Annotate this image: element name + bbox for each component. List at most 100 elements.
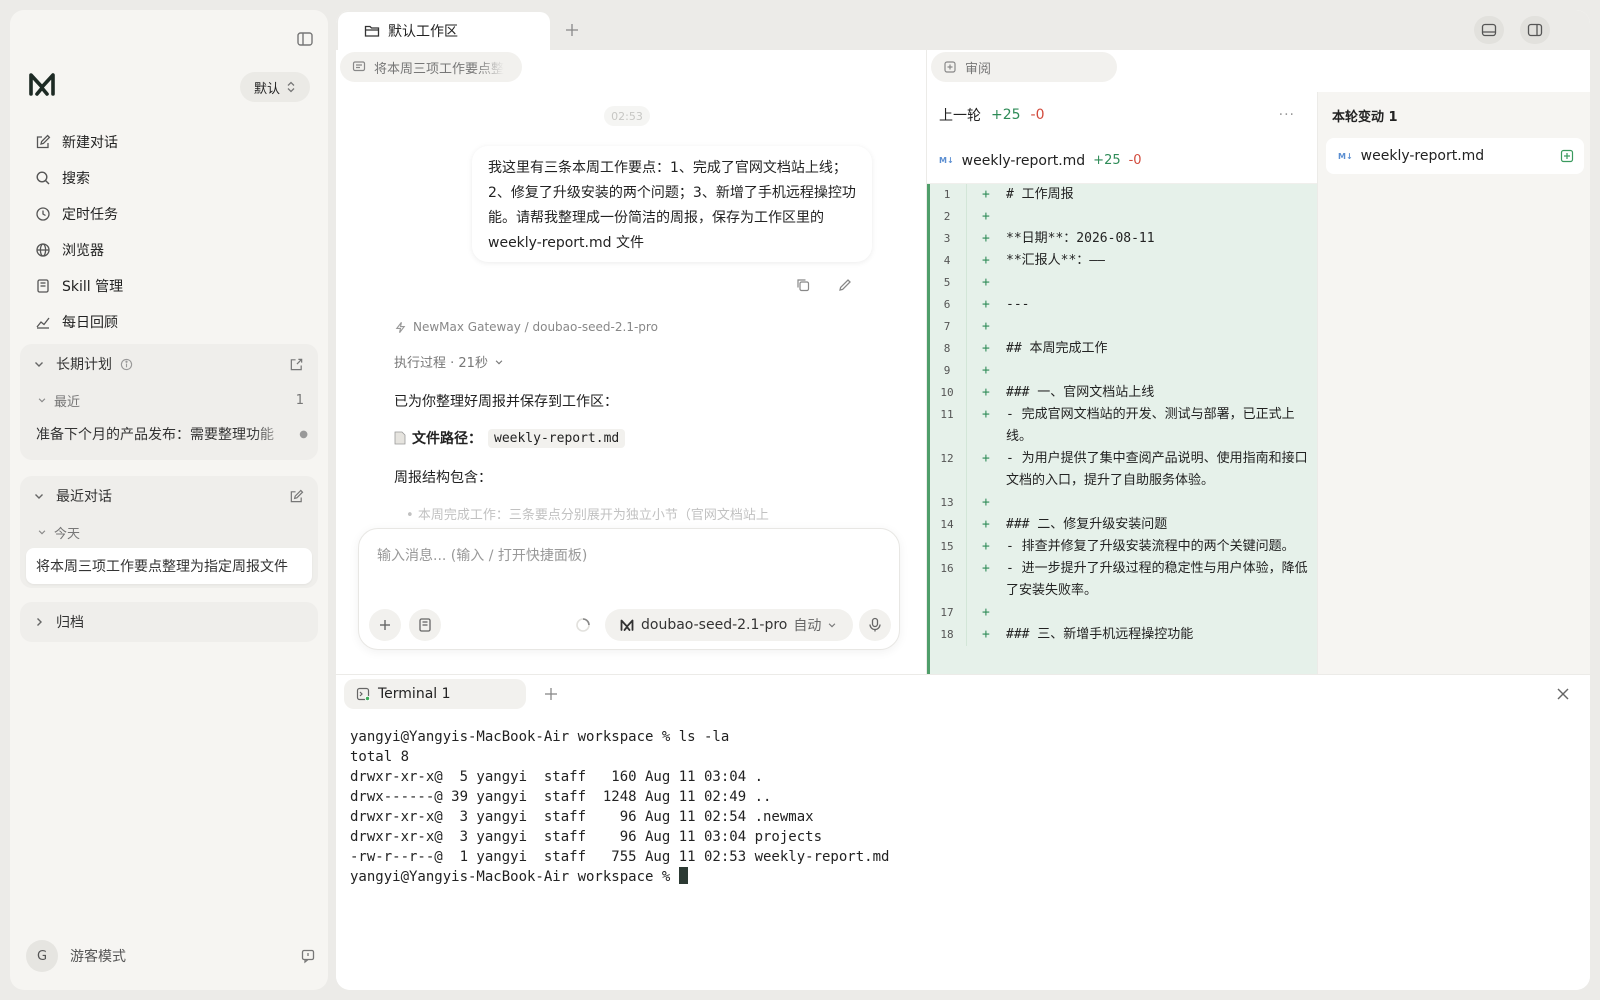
terminal-output[interactable]: yangyi@Yangyis-MacBook-Air workspace % l…: [350, 727, 889, 887]
line-text: [1006, 495, 1014, 510]
recent-subheader[interactable]: 最近 1: [20, 384, 318, 416]
added-marker: +: [982, 385, 990, 400]
edit-icon[interactable]: [836, 276, 854, 294]
review-icon: [943, 60, 957, 74]
prev-turn-label[interactable]: 上一轮: [939, 105, 981, 125]
long-term-plan-item[interactable]: 准备下个月的产品发布：需要整理功能 ●: [20, 416, 318, 452]
line-number: 10: [940, 386, 954, 399]
add-terminal-icon[interactable]: [540, 683, 562, 705]
added-marker: +: [982, 627, 990, 642]
chat-icon: [352, 60, 366, 74]
folder-icon: [364, 24, 380, 38]
nav-skill-management[interactable]: Skill 管理: [24, 268, 314, 304]
user-name[interactable]: 游客模式: [70, 946, 288, 966]
chat-title-chip[interactable]: 将本周三项工作要点整: [340, 52, 522, 82]
line-text: # 工作周报: [1006, 187, 1074, 202]
nav-scheduled-tasks[interactable]: 定时任务: [24, 196, 314, 232]
new-chat-icon[interactable]: [289, 489, 304, 504]
more-options-icon[interactable]: ···: [1279, 107, 1295, 123]
file-path-label: 文件路径：: [412, 431, 482, 447]
recent-chats-group: 最近对话 今天 将本周三项工作要点整理为指定周报文件: [20, 476, 318, 588]
file-icon: [394, 431, 406, 445]
add-plan-icon[interactable]: [289, 357, 304, 372]
diff-line: 1 + # 工作周报: [930, 184, 1317, 206]
compose-icon: [34, 133, 52, 151]
terminal-tab[interactable]: Terminal 1: [344, 679, 526, 709]
execution-process-toggle[interactable]: 执行过程 · 21秒: [394, 352, 504, 371]
added-marker: +: [982, 605, 990, 620]
terminal-tab-label: Terminal 1: [378, 686, 451, 702]
diff-line: 2 +: [930, 206, 1317, 228]
added-marker: +: [982, 187, 990, 202]
structure-label: 周报结构包含：: [394, 470, 492, 486]
recent-chats-header[interactable]: 最近对话: [20, 476, 318, 516]
line-text: ### 二、修复升级安装问题: [1006, 517, 1168, 532]
microphone-icon[interactable]: [859, 609, 891, 641]
add-tab-icon[interactable]: [560, 18, 584, 42]
diff-line: 16 + - 进一步提升了升级过程的稳定性与用户体验，降低了安装失败率。: [930, 558, 1317, 602]
add-attachment-icon[interactable]: [369, 609, 401, 641]
added-marker: +: [982, 341, 990, 356]
nav-new-chat[interactable]: 新建对话: [24, 124, 314, 160]
archive-group[interactable]: 归档: [20, 602, 318, 642]
diff-line: 4 + **汇报人**：——: [930, 250, 1317, 272]
line-text: [1006, 209, 1014, 224]
review-chip[interactable]: 审阅: [931, 52, 1117, 82]
sidebar-toggle-icon[interactable]: [292, 26, 318, 52]
recent-label: 最近: [54, 394, 81, 410]
today-subheader[interactable]: 今天: [20, 516, 318, 548]
line-text: [1006, 363, 1014, 378]
turn-changed-file[interactable]: M↓ weekly-report.md: [1326, 138, 1584, 174]
model-name: doubao-seed-2.1-pro: [641, 617, 788, 633]
deleted-count: -0: [1030, 107, 1045, 123]
line-number: 9: [943, 364, 951, 377]
diff-line: 14 + ### 二、修复升级安装问题: [930, 514, 1317, 536]
plan-item-label: 准备下个月的产品发布：需要整理功能: [36, 427, 274, 443]
search-icon: [34, 169, 52, 187]
chevron-down-icon: [32, 357, 46, 371]
added-marker: +: [982, 495, 990, 510]
line-number: 18: [940, 628, 954, 641]
file-path-line: 文件路径： weekly-report.md: [394, 428, 626, 448]
file-deleted-count: -0: [1128, 153, 1142, 168]
nav-daily-review[interactable]: 每日回顾: [24, 304, 314, 340]
avatar[interactable]: G: [26, 940, 58, 972]
review-panel: 审阅 上一轮 +25 -0 ··· M↓ weekly-report.md +2…: [926, 48, 1590, 674]
message-input[interactable]: 输入消息... (输入 / 打开快捷面板): [377, 545, 587, 565]
info-icon[interactable]: [120, 358, 133, 371]
terminal-line: yangyi@Yangyis-MacBook-Air workspace % l…: [350, 729, 730, 745]
diff-file-name: weekly-report.md: [961, 152, 1086, 169]
terminal-cursor: [678, 867, 688, 884]
feedback-icon[interactable]: [300, 948, 316, 964]
line-text: - 完成官网文档站的开发、测试与部署，已正式上线。: [1006, 407, 1295, 444]
line-number: 7: [943, 320, 951, 333]
diff-view: 1 + # 工作周报 2 + 3 + **日期**：2026-08-11 4 + **汇报人**：…: [927, 184, 1317, 674]
added-marker: +: [982, 451, 990, 466]
line-text: [1006, 275, 1014, 290]
exec-label: 执行过程 · 21秒: [394, 356, 488, 371]
added-marker: +: [982, 253, 990, 268]
close-icon[interactable]: [1552, 683, 1574, 705]
workspace-tab[interactable]: 默认工作区: [338, 12, 550, 50]
terminal-icon: [356, 687, 370, 701]
nav-search[interactable]: 搜索: [24, 160, 314, 196]
file-added-status-icon: [1560, 149, 1574, 163]
nav-label: 搜索: [62, 171, 90, 187]
toggle-right-panel-icon[interactable]: [1520, 16, 1550, 44]
diff-line: 18 + ### 三、新增手机远程操控功能: [930, 624, 1317, 646]
nav-label: 定时任务: [62, 207, 118, 223]
diff-file-header[interactable]: M↓ weekly-report.md +25 -0: [927, 138, 1317, 184]
toggle-bottom-panel-icon[interactable]: [1474, 16, 1504, 44]
copy-icon[interactable]: [794, 276, 812, 294]
model-selector[interactable]: doubao-seed-2.1-pro 自动: [605, 609, 853, 641]
nav-browser[interactable]: 浏览器: [24, 232, 314, 268]
long-term-plans-header[interactable]: 长期计划: [20, 344, 318, 384]
prompt-library-icon[interactable]: [409, 609, 441, 641]
profile-selector[interactable]: 默认: [240, 72, 310, 102]
chat-item-active[interactable]: 将本周三项工作要点整理为指定周报文件: [26, 548, 312, 584]
terminal-line: drwxr-xr-x@ 5 yangyi staff 160 Aug 11 03…: [350, 769, 764, 785]
chevron-updown-icon: [286, 81, 296, 93]
nav-label: 新建对话: [62, 135, 118, 151]
line-number: 15: [940, 540, 954, 553]
today-label: 今天: [54, 526, 81, 542]
